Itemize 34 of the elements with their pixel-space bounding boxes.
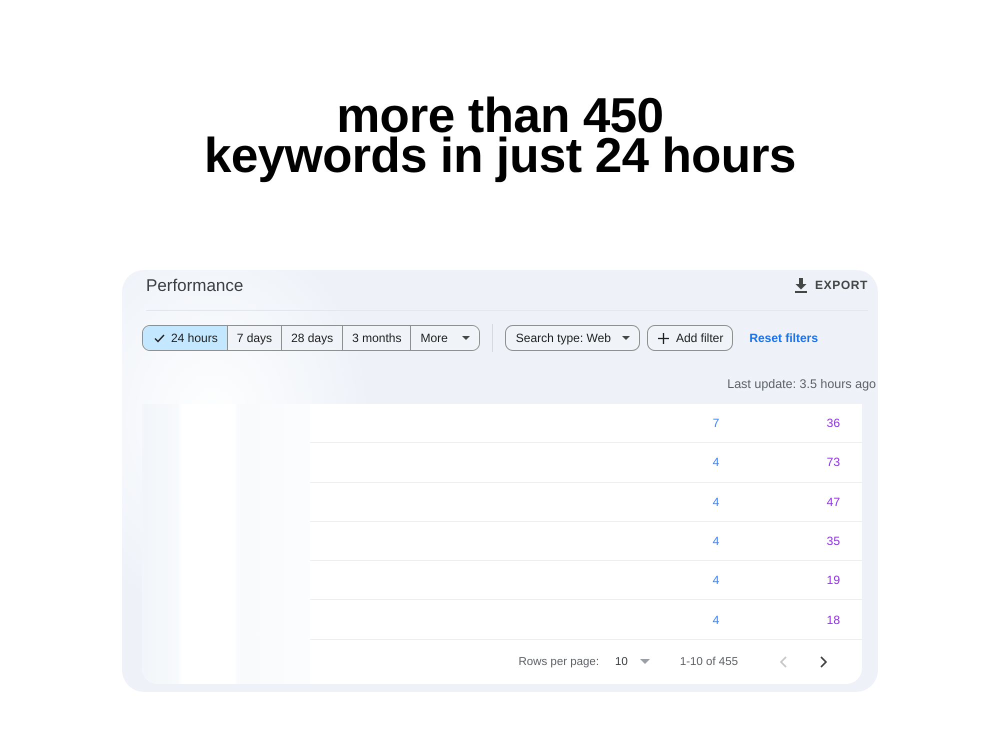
table-cell: 4 [712,494,720,509]
panel-title: Performance [146,276,244,296]
caret-icon [640,659,650,664]
download-icon [795,278,808,292]
plus-icon [658,332,669,344]
date-range-tab[interactable]: More [410,326,479,350]
search-type-dropdown[interactable]: Search type: Web [504,325,640,351]
table-cell: 35 [826,534,840,548]
check-icon [154,334,165,342]
add-filter-button[interactable]: Add filter [646,325,734,351]
headline-line: more than 450 [336,96,665,136]
table-cell: 4 [712,455,720,470]
last-update-text: Last update: 3.5 hours ago [727,376,876,392]
table-cell: 47 [826,494,840,509]
rows-per-page-label: Rows per page: [518,656,600,668]
chevron-right-icon [820,656,826,668]
date-range-tab[interactable]: 24 hours [143,326,227,350]
table-cell: 4 [712,612,720,627]
reset-filters-link[interactable]: Reset filters [749,331,818,345]
caret-icon [622,336,630,340]
rows-per-page-dropdown[interactable]: 10 [615,656,650,668]
export-button[interactable]: EXPORT [795,276,868,294]
table-cell: 4 [712,534,720,548]
table-cell: 36 [826,416,840,430]
table-cell: 7 [712,416,720,430]
table-cell: 73 [826,455,840,470]
table-cell: 4 [712,573,720,588]
page-range-text: 1-10 of 455 [680,656,738,668]
chevron-left-icon [780,656,786,668]
caret-icon [462,336,470,340]
table-cell: 18 [826,612,840,627]
headline-line: keywords in just 24 hours [204,136,796,185]
table-cell: 19 [826,573,840,588]
date-range-tab[interactable]: 7 days [226,326,282,350]
